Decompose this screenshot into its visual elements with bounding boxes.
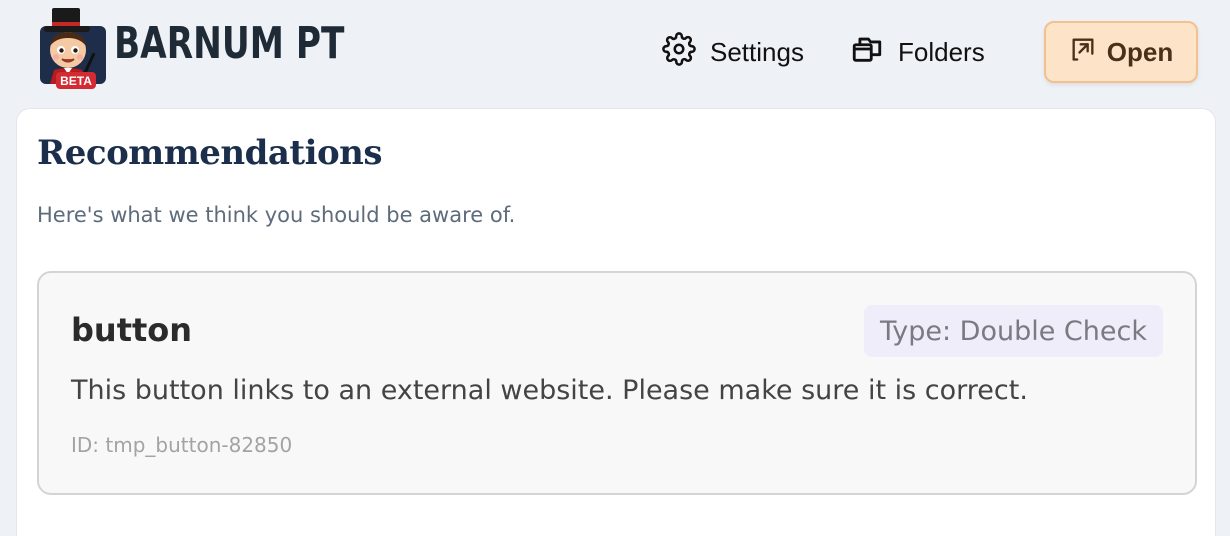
brand-name: BARNUM PT (114, 18, 345, 69)
page-subtitle: Here's what we think you should be aware… (37, 203, 516, 227)
beta-badge: BETA (60, 74, 92, 88)
recommendation-title: button (71, 311, 193, 349)
settings-label: Settings (710, 36, 804, 67)
gear-icon (662, 31, 696, 73)
magician-mascot-icon: BETA (40, 8, 106, 89)
settings-button[interactable]: Settings (662, 30, 804, 74)
open-label: Open (1106, 36, 1174, 67)
recommendation-card[interactable]: button Type: Double Check This button li… (37, 271, 1197, 495)
recommendations-panel: Recommendations Here's what we think you… (16, 108, 1216, 536)
app-header: BETA BARNUM PT Settings Folders Open (0, 0, 1230, 108)
mascot-logo[interactable]: BETA (32, 8, 112, 92)
folders-button[interactable]: Folders (850, 30, 985, 74)
folders-label: Folders (898, 36, 985, 67)
open-external-icon (1069, 35, 1097, 70)
recommendation-description: This button links to an external website… (71, 375, 1028, 406)
page-title: Recommendations (37, 133, 383, 173)
recommendation-id: ID: tmp_button-82850 (71, 433, 293, 457)
folders-icon (850, 32, 884, 73)
open-button[interactable]: Open (1044, 21, 1198, 83)
recommendation-type-badge: Type: Double Check (863, 305, 1163, 357)
